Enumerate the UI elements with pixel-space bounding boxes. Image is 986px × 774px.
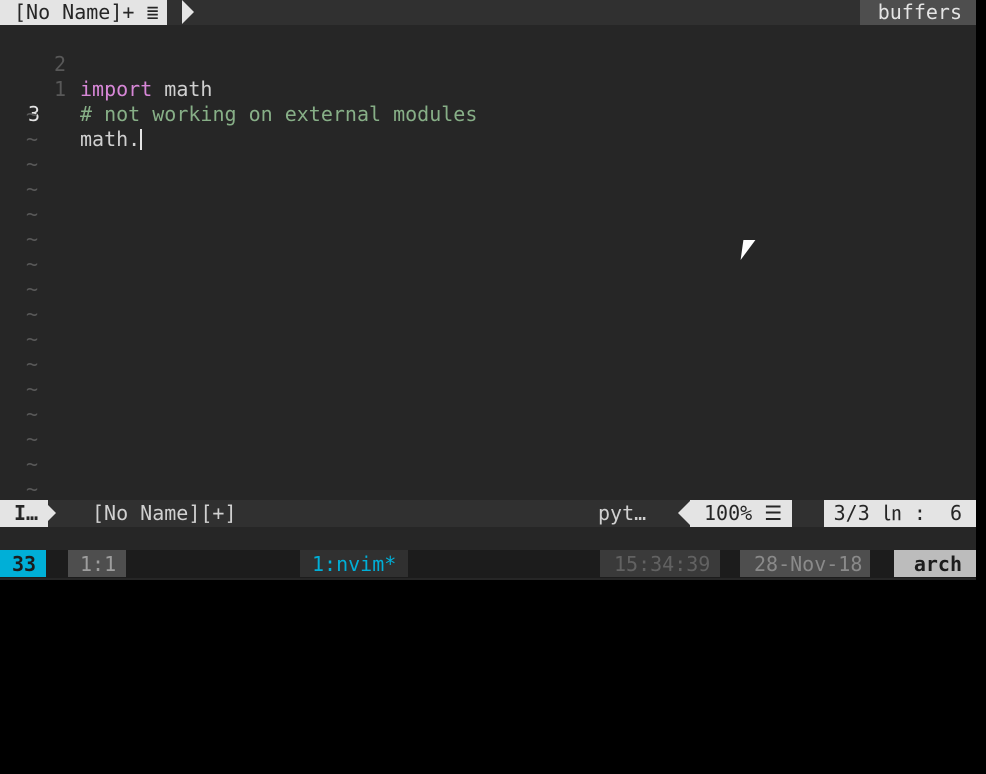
empty-line: ~ — [0, 477, 976, 502]
tilde-marker: ~ — [26, 102, 39, 126]
empty-line: ~ — [0, 152, 976, 177]
empty-line: ~ — [0, 327, 976, 352]
empty-line: ~ — [0, 277, 976, 302]
tilde-marker: ~ — [26, 152, 39, 176]
empty-line: ~ — [0, 177, 976, 202]
separator-arrow-icon — [678, 501, 690, 525]
tmux-date: 28-Nov-18 — [740, 550, 871, 577]
tilde-marker: ~ — [26, 277, 39, 301]
tilde-marker: ~ — [26, 302, 39, 326]
tabline: [No Name]+ ≣ buffers — [0, 0, 976, 25]
empty-line: ~ — [0, 127, 976, 152]
separator-arrow-icon — [44, 501, 56, 525]
terminal-window: [No Name]+ ≣ buffers 2 import math 1 # n… — [0, 0, 976, 580]
tilde-marker: ~ — [26, 227, 39, 251]
empty-line: ~ — [0, 252, 976, 277]
tmux-pane-position: 1:1 — [68, 550, 127, 577]
empty-line: ~ — [0, 452, 976, 477]
empty-line: ~ — [0, 352, 976, 377]
tilde-marker: ~ — [26, 427, 39, 451]
empty-line: ~ — [0, 402, 976, 427]
tilde-marker: ~ — [26, 402, 39, 426]
empty-line: ~ — [0, 377, 976, 402]
empty-line: ~ — [0, 427, 976, 452]
editor-line[interactable]: 2 import math — [0, 27, 976, 101]
scrollbar[interactable] — [976, 0, 986, 580]
buffers-label[interactable]: buffers — [859, 0, 976, 25]
tmux-window-tab[interactable]: 1:nvim* — [300, 550, 409, 577]
statusline-filetype: pyt… — [598, 501, 647, 525]
statusline-position: 3/3 ㏑ : 6 — [823, 500, 976, 527]
tilde-marker: ~ — [26, 202, 39, 226]
tmux-time: 15:34:39 — [600, 550, 721, 577]
tilde-marker: ~ — [26, 452, 39, 476]
tilde-marker: ~ — [26, 327, 39, 351]
tilde-marker: ~ — [26, 252, 39, 276]
mode-indicator: I… — [0, 500, 49, 527]
tilde-marker: ~ — [26, 352, 39, 376]
editor-line-current[interactable]: 3 math. — [0, 77, 976, 151]
statusline-filename: [No Name][+] — [92, 501, 237, 525]
tmux-hostname: arch — [893, 550, 976, 577]
empty-line: ~ — [0, 302, 976, 327]
editor-line[interactable]: 1 # not working on external modules — [0, 52, 976, 126]
empty-line: ~ — [0, 102, 976, 127]
vim-statusline: I… [No Name][+] pyt… 100% ☰ 3/3 ㏑ : 6 — [0, 500, 976, 527]
tilde-marker: ~ — [26, 377, 39, 401]
tilde-marker: ~ — [26, 177, 39, 201]
statusline-percent: 100% ☰ — [690, 500, 793, 527]
tab-separator-icon — [182, 0, 194, 24]
tmux-session[interactable]: 33 — [0, 550, 47, 577]
empty-line: ~ — [0, 227, 976, 252]
tilde-marker: ~ — [26, 127, 39, 151]
tmux-statusbar: 33 1:1 1:nvim* 15:34:39 28-Nov-18 arch — [0, 550, 976, 578]
tab-no-name[interactable]: [No Name]+ ≣ — [0, 0, 167, 25]
empty-line: ~ — [0, 202, 976, 227]
tilde-marker: ~ — [26, 477, 39, 501]
